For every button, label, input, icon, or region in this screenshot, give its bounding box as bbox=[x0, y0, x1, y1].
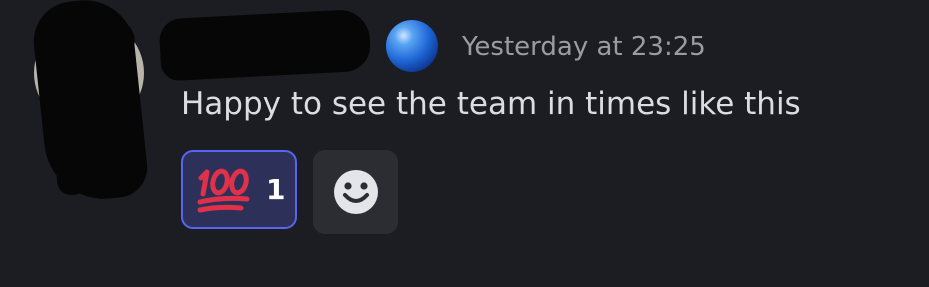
blue-orb-icon bbox=[386, 20, 438, 72]
reaction-count: 1 bbox=[266, 173, 286, 206]
username-redaction[interactable] bbox=[158, 8, 372, 82]
message-content: Happy to see the team in times like this bbox=[181, 86, 801, 122]
hundred-points-icon bbox=[197, 168, 250, 213]
message-timestamp[interactable]: Yesterday at 23:25 bbox=[462, 30, 706, 64]
reaction-button[interactable]: 1 bbox=[181, 150, 297, 229]
username-fragment bbox=[344, 28, 372, 58]
smiley-add-reaction-icon bbox=[334, 170, 378, 214]
avatar-redaction bbox=[52, 109, 88, 196]
chat-message: Yesterday at 23:25 Happy to see the team… bbox=[0, 0, 929, 287]
add-reaction-button[interactable] bbox=[313, 150, 398, 234]
